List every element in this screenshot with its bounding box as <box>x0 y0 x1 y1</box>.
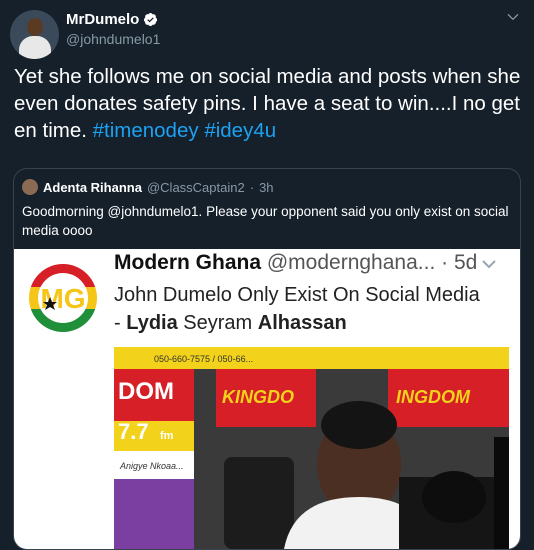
embedded-separator: · <box>441 251 449 274</box>
verified-badge-icon <box>144 12 158 27</box>
embedded-tweet-header: Modern Ghana @modernghana... · 5d <box>114 251 477 275</box>
embedded-time: 5d <box>453 251 478 274</box>
embedded-headline: John Dumelo Only Exist On Social Media -… <box>114 281 514 337</box>
banner-right-brand: INGDOM <box>396 387 471 407</box>
quote-time: 3h <box>259 179 274 195</box>
hashtag-link[interactable]: #timenodey <box>93 119 199 142</box>
quote-media-image[interactable]: MG Modern Ghana @modernghana... · 5d Joh… <box>14 249 520 549</box>
quote-header: Adenta Rihanna @ClassCaptain2 · 3h <box>22 179 274 195</box>
author-avatar[interactable] <box>10 10 59 59</box>
headline-name-first: Lydia <box>126 312 178 334</box>
embedded-account-handle: @modernghana... <box>266 251 436 274</box>
avatar-body <box>19 36 51 59</box>
headline-main: John Dumelo Only Exist On Social Media <box>114 284 480 306</box>
quote-author-handle: @ClassCaptain2 <box>146 179 245 195</box>
logo-text: MG <box>40 283 85 314</box>
tweet-text: Yet she follows me on social media and p… <box>14 63 524 144</box>
modern-ghana-logo: MG <box>29 264 97 332</box>
banner-phone-text: 050-660-7575 / 050-66... <box>154 354 253 364</box>
hashtag-link[interactable]: #idey4u <box>204 119 276 142</box>
chevron-down-icon[interactable] <box>506 10 520 24</box>
quote-author-name: Adenta Rihanna <box>43 179 142 195</box>
banner-left-fm: fm <box>160 430 174 442</box>
headline-name-mid: Seyram <box>177 312 258 334</box>
quoted-tweet[interactable]: Adenta Rihanna @ClassCaptain2 · 3h Goodm… <box>13 168 521 550</box>
banner-left-freq: 7.7 <box>118 419 149 444</box>
sign-text: Anigye Nkoaa... <box>119 461 184 471</box>
banner-left-brand: DOM <box>118 378 174 405</box>
headline-prefix: - <box>114 312 127 334</box>
quote-separator: · <box>249 179 255 195</box>
headline-name-last: Alhassan <box>257 312 347 334</box>
quote-text: Goodmorning @johndumelo1. Please your op… <box>22 204 509 238</box>
studio-photo: 050-660-7575 / 050-66... DOM 7.7 fm Anig… <box>114 347 509 549</box>
quote-author-avatar <box>22 179 38 195</box>
author-name[interactable]: MrDumelo <box>66 11 139 28</box>
author-handle[interactable]: @johndumelo1 <box>66 31 160 47</box>
embedded-chevron-down-icon <box>482 260 496 269</box>
embedded-account-name: Modern Ghana <box>114 251 262 274</box>
avatar-head <box>27 18 43 36</box>
banner-center-brand: KINGDO <box>222 387 294 407</box>
author-name-row: MrDumelo <box>66 11 158 28</box>
studio-scene: 050-660-7575 / 050-66... DOM 7.7 fm Anig… <box>114 347 509 549</box>
